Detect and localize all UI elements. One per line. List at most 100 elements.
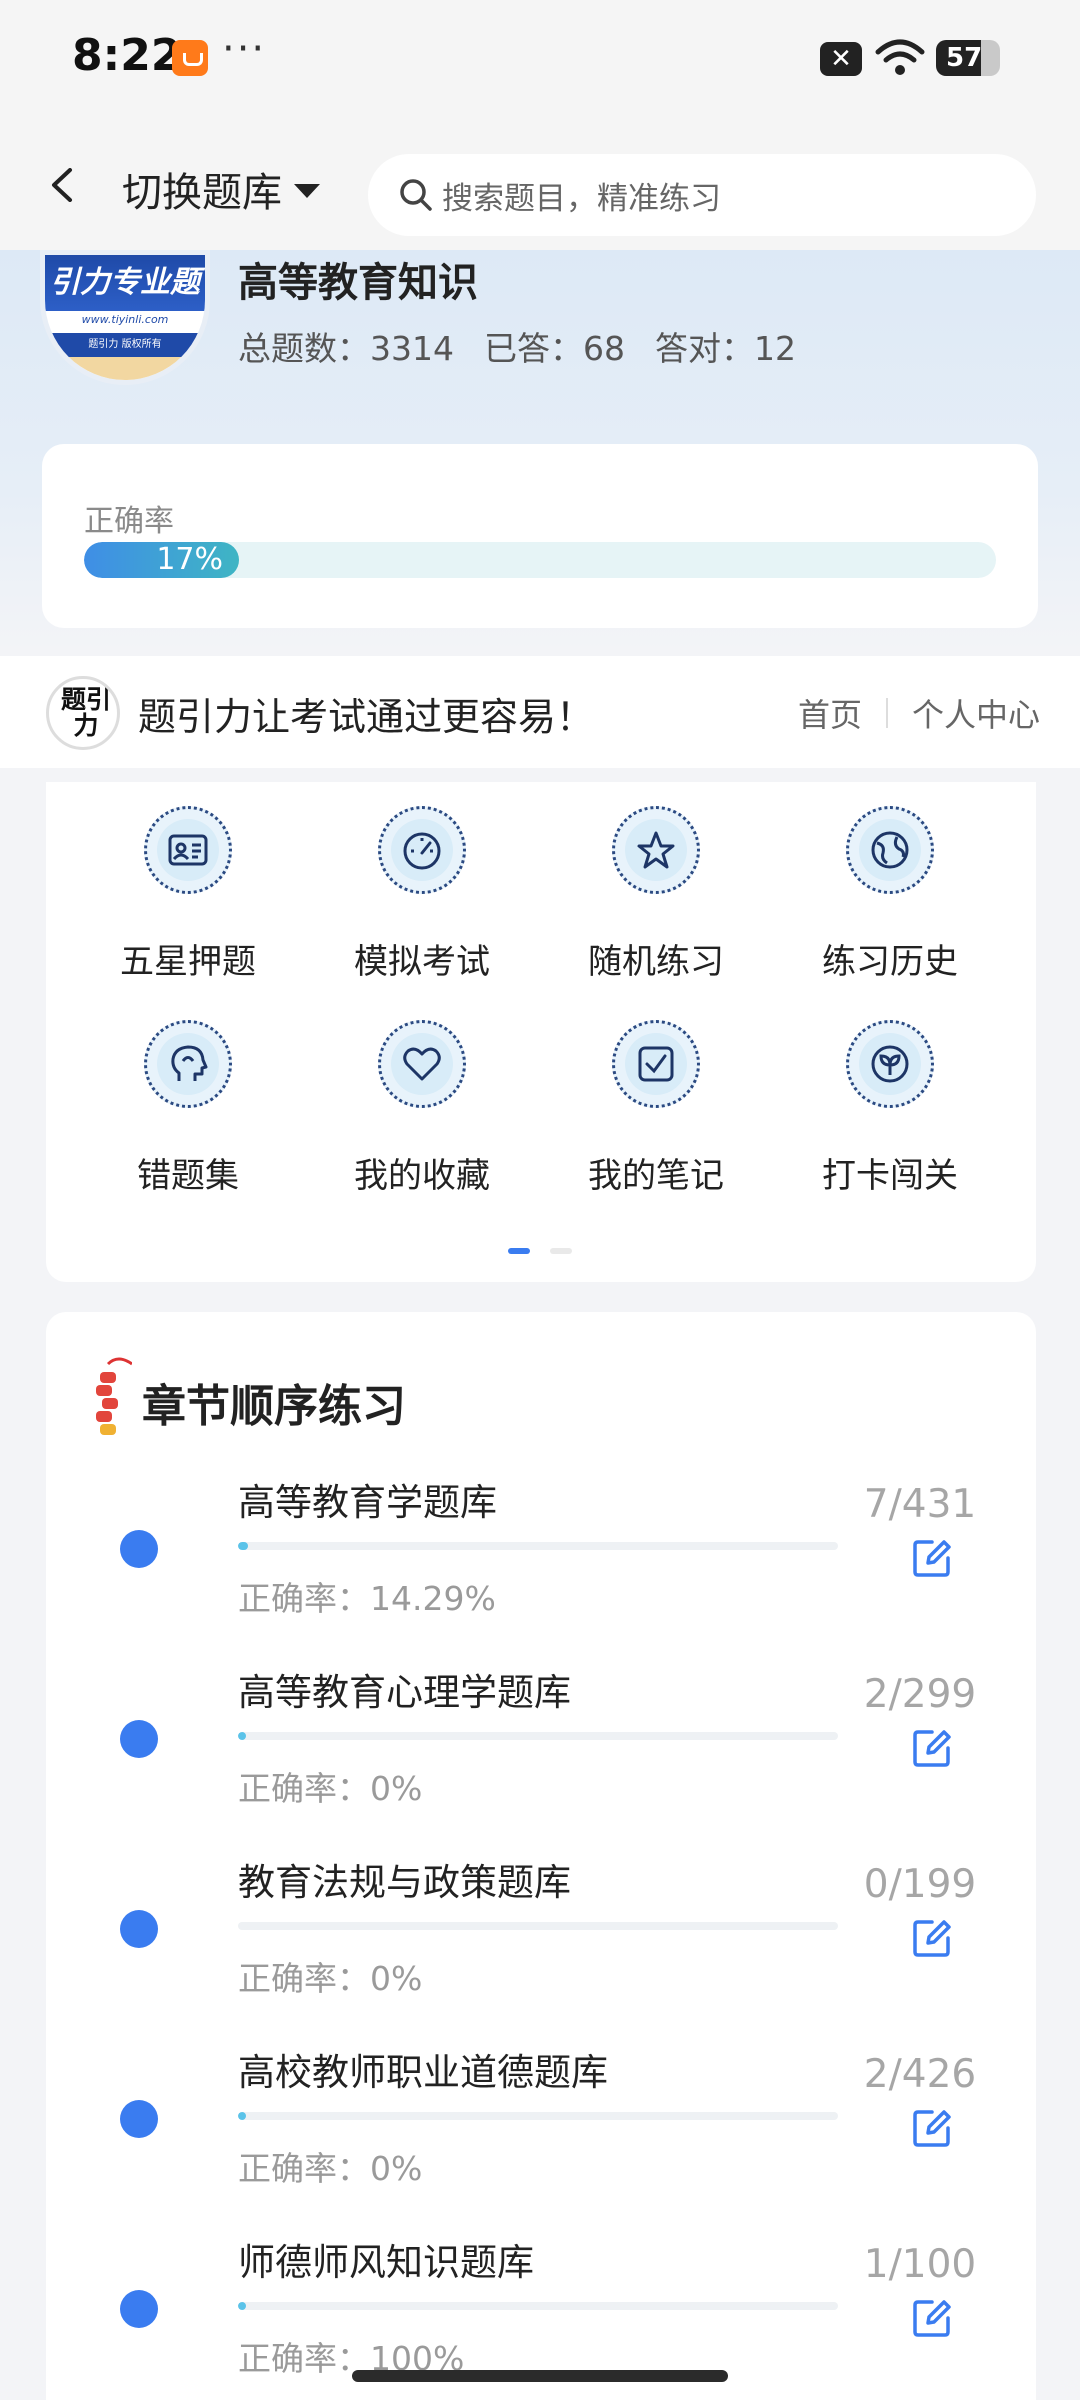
- search-placeholder: 搜索题目，精准练习: [442, 180, 721, 217]
- home-indicator[interactable]: [352, 2370, 728, 2382]
- page-indicator: [508, 1248, 572, 1254]
- edit-icon[interactable]: [910, 1726, 954, 1770]
- chapter-name: 高校教师职业道德题库: [238, 2051, 608, 2094]
- chapter-item[interactable]: 教育法规与政策题库 正确率：0% 0/199: [46, 1852, 1036, 2042]
- globe-icon: [846, 806, 934, 894]
- edit-icon[interactable]: [910, 2296, 954, 2340]
- no-sim-icon: ✕: [820, 42, 862, 76]
- chapter-accuracy: 正确率：0%: [238, 1959, 423, 1998]
- nav-bar: 切换题库 搜索题目，精准练习: [0, 120, 1080, 250]
- switch-bank-button[interactable]: 切换题库: [122, 160, 320, 218]
- accuracy-progress-fill: 17%: [84, 542, 240, 578]
- bank-stats: 总题数：3314 已答：68 答对：12: [238, 322, 796, 370]
- chapter-count: 1/100: [863, 2242, 977, 2287]
- accuracy-progress-bar: 17%: [84, 542, 996, 578]
- chapter-progress-fill: [238, 1542, 248, 1550]
- chapter-progress-fill: [238, 1732, 246, 1740]
- feature-random-practice[interactable]: 随机练习: [556, 782, 756, 982]
- edit-icon[interactable]: [910, 1536, 954, 1580]
- correct-count: 答对：12: [654, 329, 796, 368]
- id-card-icon: [144, 806, 232, 894]
- chapter-progress-bar: [238, 2112, 838, 2120]
- feature-notes[interactable]: 我的笔记: [556, 996, 756, 1196]
- firecracker-icon: [96, 1357, 132, 1435]
- logo-band: 题引力 版权所有: [45, 333, 205, 357]
- battery-icon: 57: [936, 40, 1000, 76]
- feature-five-star[interactable]: 五星押题: [88, 782, 288, 982]
- brand-logo: 题引力: [46, 676, 120, 750]
- feature-checkin[interactable]: 打卡闯关: [790, 996, 990, 1196]
- chapter-progress-bar: [238, 1922, 838, 1930]
- chapter-item[interactable]: 高校教师职业道德题库 正确率：0% 2/426: [46, 2042, 1036, 2232]
- logo-bottom: [45, 357, 205, 380]
- chapter-count: 7/431: [863, 1482, 977, 1527]
- page-dot: [550, 1248, 572, 1254]
- chapter-name: 师德师风知识题库: [238, 2241, 534, 2284]
- speedometer-icon: [378, 806, 466, 894]
- bank-header: 引力专业题 www.tiyinli.com 题引力 版权所有 高等教育知识 总题…: [0, 250, 1080, 650]
- feature-label: 我的收藏: [354, 1156, 490, 1196]
- feature-label: 随机练习: [588, 942, 724, 982]
- logo-url: www.tiyinli.com: [81, 313, 169, 326]
- search-input[interactable]: 搜索题目，精准练习: [368, 154, 1036, 236]
- feature-label: 打卡闯关: [822, 1156, 958, 1196]
- brand-nav: 首页 个人中心: [798, 690, 1040, 736]
- chapter-count: 2/299: [863, 1672, 977, 1717]
- sprout-icon: [846, 1020, 934, 1108]
- chapter-progress-bar: [238, 1542, 838, 1550]
- caret-down-icon: [294, 184, 320, 198]
- chapter-bullet: [120, 2290, 158, 2328]
- chapter-progress-fill: [238, 2112, 246, 2120]
- more-notifications-icon: ···: [222, 26, 267, 72]
- personal-center-link[interactable]: 个人中心: [912, 690, 1040, 736]
- chapter-count: 0/199: [863, 1862, 977, 1907]
- status-bar: 8:22 ··· ✕ 57: [0, 0, 1080, 120]
- answered-count: 已答：68: [483, 329, 625, 368]
- feature-label: 我的笔记: [588, 1156, 724, 1196]
- feature-history[interactable]: 练习历史: [790, 782, 990, 982]
- brand-bar: 题引力 题引力让考试通过更容易！ 首页 个人中心: [0, 656, 1080, 768]
- bank-logo: 引力专业题 www.tiyinli.com 题引力 版权所有: [40, 250, 210, 385]
- home-link[interactable]: 首页: [798, 690, 862, 736]
- chapter-item[interactable]: 高等教育心理学题库 正确率：0% 2/299: [46, 1662, 1036, 1852]
- chapter-bullet: [120, 1530, 158, 1568]
- edit-icon[interactable]: [910, 1916, 954, 1960]
- wifi-icon: [875, 39, 925, 75]
- feature-wrong-questions[interactable]: 错题集: [88, 996, 288, 1196]
- back-arrow-icon[interactable]: [46, 168, 80, 202]
- feature-label: 模拟考试: [354, 942, 490, 982]
- edit-icon[interactable]: [910, 2106, 954, 2150]
- feature-label: 练习历史: [822, 942, 958, 982]
- nav-divider: [885, 698, 888, 728]
- chapter-name: 高等教育心理学题库: [238, 1671, 571, 1714]
- accuracy-card: 正确率 17%: [42, 444, 1038, 628]
- total-count: 总题数：3314: [238, 329, 454, 368]
- chapter-accuracy: 正确率：0%: [238, 1769, 423, 1808]
- status-time: 8:22: [72, 30, 182, 81]
- brand-logo-text: 题引力: [60, 685, 111, 740]
- chapter-name: 高等教育学题库: [238, 1481, 497, 1524]
- chapter-bullet: [120, 1720, 158, 1758]
- chapter-count: 2/426: [863, 2052, 977, 2097]
- chapter-name: 教育法规与政策题库: [238, 1861, 571, 1904]
- heart-icon: [378, 1020, 466, 1108]
- accuracy-label: 正确率: [84, 504, 174, 539]
- chapter-progress-bar: [238, 2302, 838, 2310]
- chapter-bullet: [120, 2100, 158, 2138]
- chapter-section-title: 章节顺序练习: [142, 1381, 406, 1432]
- switch-bank-label: 切换题库: [122, 170, 282, 216]
- chapter-progress-fill: [238, 2302, 246, 2310]
- logo-title: 引力专业题: [45, 255, 205, 311]
- brand-slogan: 题引力让考试通过更容易！: [138, 695, 595, 739]
- head-icon: [144, 1020, 232, 1108]
- feature-grid: 五星押题 模拟考试 随机练习 练习历史 错题集 我的收藏 我的笔记 打卡闯关: [46, 782, 1036, 1282]
- chapter-practice-card: 章节顺序练习 高等教育学题库 正确率：14.29% 7/431 高等教育心理学题…: [46, 1312, 1036, 2400]
- feature-mock-exam[interactable]: 模拟考试: [322, 782, 522, 982]
- feature-favorites[interactable]: 我的收藏: [322, 996, 522, 1196]
- chapter-item[interactable]: 高等教育学题库 正确率：14.29% 7/431: [46, 1472, 1036, 1662]
- feature-label: 错题集: [137, 1156, 239, 1196]
- chapter-progress-bar: [238, 1732, 838, 1740]
- chapter-accuracy: 正确率：14.29%: [238, 1579, 496, 1618]
- bank-title: 高等教育知识: [238, 260, 478, 306]
- accuracy-value: 17%: [156, 542, 224, 577]
